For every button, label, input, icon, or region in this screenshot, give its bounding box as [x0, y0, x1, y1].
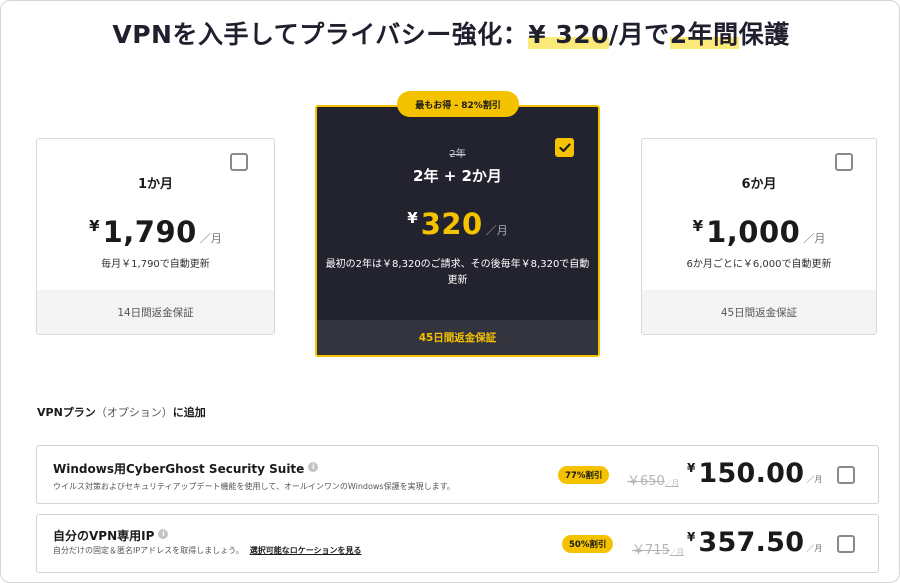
addons-section-title: VPNプラン（オプション）に追加 — [37, 404, 206, 420]
addon-title: Windows用CyberGhost Security Suite i — [53, 460, 319, 477]
price-unit: ／月 — [806, 475, 823, 484]
currency-symbol: ¥ — [89, 217, 100, 235]
renewal-text: 6か月ごとに￥6,000で自動更新 — [686, 259, 832, 270]
plan-name: 2年 + 2か月 — [413, 167, 502, 185]
plan-price: ¥320 ／月 — [317, 207, 598, 241]
addons-title-optional: （オプション） — [95, 406, 173, 419]
plan-card-1-month[interactable]: 1か月 ¥1,790 ／月 毎月￥1,790で自動更新 14日間返金保証 — [36, 138, 275, 335]
original-price-unit: ／月 — [669, 548, 684, 556]
plan-card-2-years[interactable]: 2年 2年 + 2か月 ¥320 ／月 最初の2年は￥8,320のご請求、その後毎… — [315, 105, 600, 357]
currency-symbol: ¥ — [692, 217, 704, 235]
page-frame: VPNを入手してプライバシー強化：¥ 320/月で2年間保護 1か月 ¥1,79… — [0, 0, 900, 583]
addon-security-suite[interactable]: Windows用CyberGhost Security Suite i ウイルス対… — [36, 445, 879, 504]
original-price-unit: ／月 — [664, 479, 679, 487]
plan-price: ¥1,000 ／月 — [642, 215, 876, 249]
page-headline: VPNを入手してプライバシー強化：¥ 320/月で2年間保護 — [1, 15, 899, 51]
plan-checkbox[interactable] — [835, 153, 853, 171]
price-amount: 150.00 — [698, 458, 805, 489]
original-term: 2年 — [449, 149, 466, 160]
addons-title-suffix: に追加 — [172, 406, 206, 419]
money-back-guarantee: 45日間返金保証 — [642, 290, 876, 334]
headline-prefix: VPNを入手してプライバシー強化： — [112, 20, 529, 49]
plan-price: ¥1,790 ／月 — [37, 215, 274, 249]
headline-suffix: 保護 — [738, 20, 790, 49]
price-amount: 357.50 — [698, 527, 805, 558]
currency-symbol: ¥ — [687, 530, 696, 544]
discount-badge: 77%割引 — [558, 466, 610, 484]
currency-symbol: ¥ — [687, 461, 696, 475]
price-amount: 1,790 — [102, 215, 197, 249]
addon-description: 自分だけの固定＆匿名IPアドレスを取得しましょう。 選択可能なロケーションを見る — [53, 545, 362, 556]
headline-middle: /月で — [609, 20, 670, 49]
addon-price: ¥150.00 ／月 — [687, 458, 822, 489]
addon-title-text: 自分のVPN専用IP — [53, 529, 155, 543]
addon-price: ¥357.50 ／月 — [687, 527, 822, 558]
original-price-value: ￥650 — [627, 474, 665, 489]
info-icon[interactable]: i — [308, 462, 319, 472]
plan-card-6-months[interactable]: 6か月 ¥1,000 ／月 6か月ごとに￥6,000で自動更新 45日間返金保証 — [641, 138, 877, 335]
addon-description-text: 自分だけの固定＆匿名IPアドレスを取得しましょう。 — [53, 546, 244, 555]
money-back-guarantee: 14日間返金保証 — [37, 290, 274, 334]
plan-checkbox[interactable] — [230, 153, 248, 171]
plan-name: 1か月 — [137, 177, 174, 192]
price-amount: 1,000 — [706, 215, 801, 249]
addon-description: ウイルス対策およびセキュリティアップデート機能を使用して、オールインワンのWin… — [53, 482, 455, 491]
headline-price-highlight: ¥ 320 — [528, 20, 610, 49]
price-period: ／月 — [485, 224, 508, 237]
addon-title-text: Windows用CyberGhost Security Suite — [53, 462, 305, 476]
locations-link[interactable]: 選択可能なロケーションを見る — [250, 546, 362, 555]
discount-badge: 50%割引 — [562, 535, 614, 553]
best-value-badge: 最もお得 - 82%割引 — [397, 91, 519, 117]
addon-dedicated-ip[interactable]: 自分のVPN専用IP i 自分だけの固定＆匿名IPアドレスを取得しましょう。 選択可… — [36, 514, 879, 573]
price-period: ／月 — [199, 232, 222, 245]
plan-name: 6か月 — [741, 177, 777, 192]
money-back-guarantee: 45日間返金保証 — [317, 320, 598, 355]
currency-symbol: ¥ — [407, 209, 418, 227]
addons-title-main: VPNプラン — [37, 406, 96, 419]
headline-term-highlight: 2年間 — [669, 20, 739, 49]
original-price: ￥650／月 — [627, 470, 679, 489]
renewal-text: 毎月￥1,790で自動更新 — [101, 259, 210, 270]
price-amount: 320 — [420, 207, 483, 241]
price-unit: ／月 — [806, 544, 823, 553]
original-price-value: ￥715 — [632, 543, 670, 558]
original-price: ￥715／月 — [632, 539, 684, 558]
addon-title: 自分のVPN専用IP i — [53, 527, 169, 544]
addon-checkbox[interactable] — [837, 535, 855, 553]
price-period: ／月 — [803, 232, 826, 245]
addon-checkbox[interactable] — [837, 466, 855, 484]
renewal-text: 最初の2年は￥8,320のご請求、その後毎年￥8,320で自動更新 — [325, 259, 590, 286]
info-icon[interactable]: i — [158, 529, 169, 539]
